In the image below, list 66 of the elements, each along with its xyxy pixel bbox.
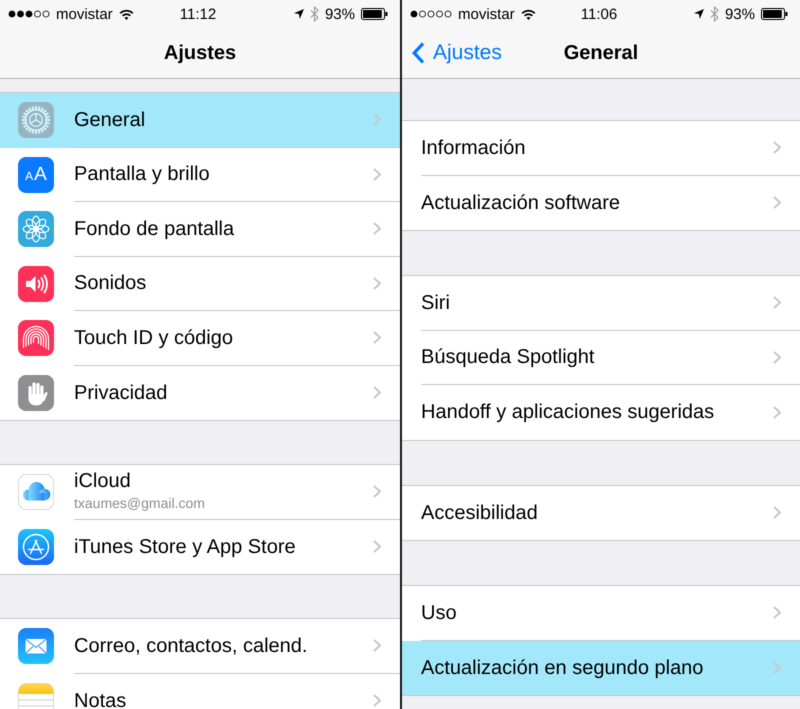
settings-row[interactable]: Sonidos: [0, 256, 400, 311]
settings-row[interactable]: Actualización en segundo plano: [402, 640, 800, 695]
battery-percentage: 93%: [324, 6, 355, 22]
chevron-right-icon: [373, 694, 381, 708]
signal-icon: [8, 10, 50, 18]
settings-row[interactable]: iCloud txaumes@gmail.com: [0, 465, 400, 520]
chevron-right-icon: [373, 168, 381, 181]
battery-icon: [361, 8, 388, 20]
location-arrow-icon: [294, 9, 304, 19]
battery-percentage: 93%: [724, 6, 755, 22]
settings-row[interactable]: Touch ID y código: [0, 311, 400, 366]
chevron-right-icon: [373, 331, 381, 344]
account-email: txaumes@gmail.com: [74, 494, 205, 511]
settings-row[interactable]: Uso: [402, 586, 800, 640]
chevron-left-icon: [412, 42, 425, 64]
settings-row[interactable]: Privacidad: [0, 366, 400, 420]
settings-row[interactable]: Fondo de pantalla: [0, 202, 400, 256]
text-size-icon: AA: [18, 156, 54, 193]
fingerprint-icon: [18, 320, 54, 356]
chevron-right-icon: [773, 406, 781, 419]
bluetooth-icon: [710, 6, 719, 22]
bluetooth-icon: [310, 6, 319, 22]
gear-icon: [18, 102, 54, 138]
chevron-right-icon: [373, 540, 381, 554]
settings-row[interactable]: Búsqueda Spotlight: [402, 330, 800, 385]
settings-row[interactable]: Notas: [0, 674, 400, 709]
chevron-right-icon: [373, 639, 381, 652]
status-time: 11:12: [180, 6, 216, 22]
chevron-right-icon: [373, 222, 381, 236]
hand-icon: [18, 374, 54, 411]
cloud-icon: [18, 474, 54, 510]
settings-row[interactable]: Handoff y aplicaciones sugeridas: [402, 385, 800, 440]
settings-row[interactable]: Siri: [402, 276, 800, 330]
signal-icon: [410, 10, 452, 18]
settings-row[interactable]: Información: [402, 121, 800, 176]
speaker-icon: [18, 266, 54, 302]
chevron-right-icon: [373, 386, 381, 400]
carrier-name: movistar: [56, 6, 113, 22]
settings-row[interactable]: AA Pantalla y brillo: [0, 148, 400, 202]
location-arrow-icon: [694, 9, 704, 19]
chevron-right-icon: [773, 661, 781, 674]
wifi-icon: [118, 8, 134, 20]
status-time: 11:06: [580, 6, 618, 22]
settings-row[interactable]: Correo, contactos, calend.: [0, 619, 400, 674]
settings-row[interactable]: Accesibilidad: [402, 486, 800, 540]
settings-row[interactable]: General: [0, 93, 400, 148]
chevron-right-icon: [373, 276, 381, 290]
chevron-right-icon: [773, 350, 781, 364]
back-button[interactable]: Ajustes: [412, 41, 502, 65]
chevron-right-icon: [373, 113, 381, 126]
screen-title: Ajustes: [164, 42, 236, 64]
carrier-name: movistar: [458, 6, 515, 22]
chevron-right-icon: [773, 296, 781, 310]
settings-row[interactable]: Actualización software: [402, 176, 800, 230]
chevron-right-icon: [773, 506, 781, 520]
chevron-right-icon: [773, 196, 781, 210]
battery-icon: [761, 8, 788, 20]
notepad-icon: [18, 682, 54, 709]
flower-icon: [18, 211, 54, 248]
wifi-icon: [520, 8, 536, 20]
chevron-right-icon: [773, 141, 781, 154]
settings-row[interactable]: iTunes Store y App Store: [0, 520, 400, 574]
envelope-icon: [18, 628, 54, 664]
screen-title: General: [564, 42, 638, 64]
chevron-right-icon: [373, 485, 381, 498]
chevron-right-icon: [773, 606, 781, 620]
